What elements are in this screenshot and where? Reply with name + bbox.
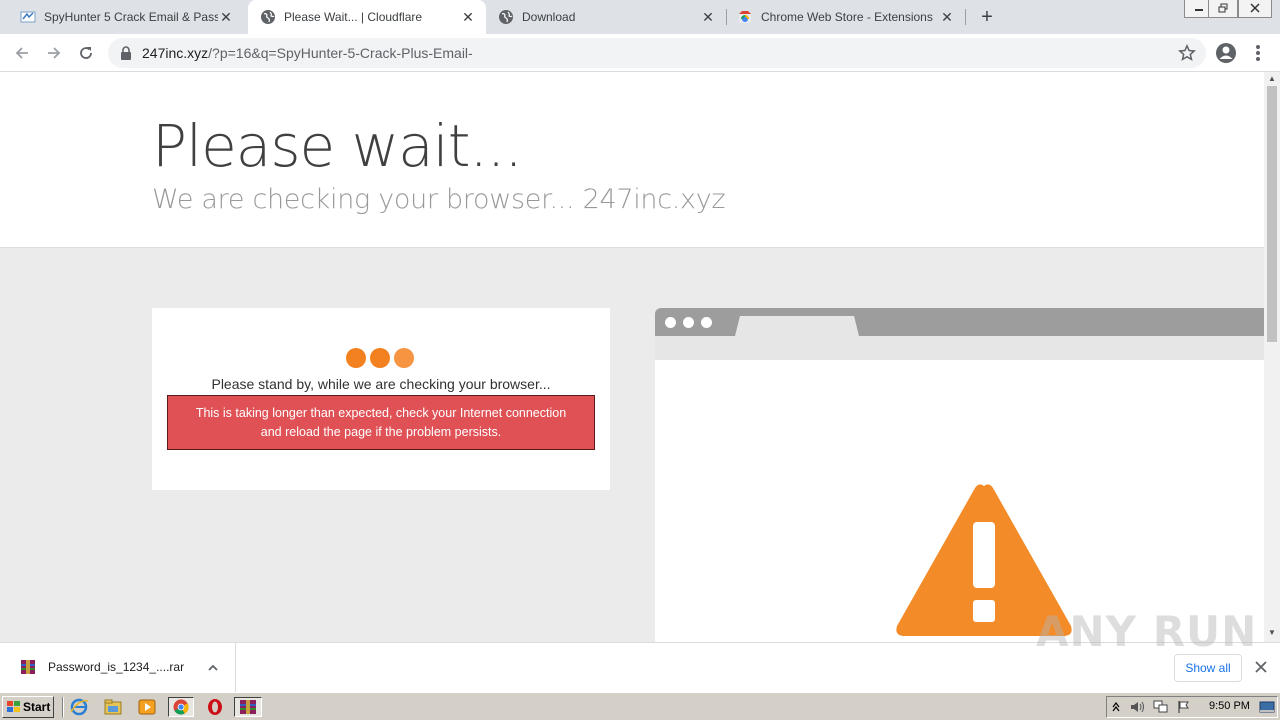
winrar-icon [240, 700, 256, 714]
menu-kebab-icon[interactable] [1250, 41, 1266, 65]
illustration-dot [701, 317, 712, 328]
windows-flag-icon [7, 701, 20, 712]
back-button[interactable] [10, 41, 34, 65]
taskbar-separator [62, 697, 64, 717]
forward-button[interactable] [42, 41, 66, 65]
chrome-taskbar-button[interactable] [168, 697, 194, 717]
tab-title: Please Wait... | Cloudflare [284, 10, 423, 24]
scroll-down-icon[interactable]: ▼ [1264, 626, 1280, 640]
winrar-taskbar-button[interactable] [234, 697, 262, 717]
tab-title: Chrome Web Store - Extensions [761, 10, 933, 24]
error-line-1: This is taking longer than expected, che… [195, 406, 567, 420]
close-shelf-icon[interactable] [1254, 660, 1268, 674]
start-label: Start [23, 700, 51, 714]
download-file-name: Password_is_1234_....rar [48, 660, 185, 674]
url-text: 247inc.xyz/?p=16&q=SpyHunter-5-Crack-Plu… [142, 45, 473, 61]
page-scrollbar[interactable]: ▲ ▼ [1264, 72, 1280, 642]
start-button[interactable]: Start [2, 696, 54, 718]
reload-icon [80, 47, 92, 59]
chrome-icon [173, 699, 189, 715]
tab-spyhunter[interactable]: SpyHunter 5 Crack Email & Password ✕ [0, 0, 244, 34]
page-viewport: Please wait... We are checking your brow… [0, 72, 1264, 642]
back-arrow-icon [15, 47, 28, 59]
loading-dot [346, 348, 366, 368]
tab-download[interactable]: Download ✕ [486, 0, 726, 34]
new-tab-button[interactable]: + [976, 6, 998, 28]
loading-dots-icon [346, 348, 416, 368]
tab-cloudflare[interactable]: Please Wait... | Cloudflare ✕ [248, 0, 486, 34]
status-card: Please stand by, while we are checking y… [152, 308, 610, 490]
close-window-button[interactable] [1238, 0, 1272, 18]
tab-separator [965, 9, 966, 25]
illustration-tab [735, 316, 859, 336]
scroll-up-icon[interactable]: ▲ [1264, 72, 1280, 86]
browser-toolbar: 247inc.xyz/?p=16&q=SpyHunter-5-Crack-Plu… [0, 34, 1280, 72]
tab-webstore[interactable]: Chrome Web Store - Extensions ✕ [727, 0, 965, 34]
show-desktop-icon[interactable] [1259, 700, 1275, 714]
hero-section: Please wait... We are checking your brow… [0, 72, 1264, 248]
globe-icon [499, 10, 513, 24]
bookmark-star-icon[interactable] [1178, 44, 1196, 62]
close-tab-icon[interactable]: ✕ [218, 9, 234, 25]
tab-title: SpyHunter 5 Crack Email & Password [44, 10, 218, 24]
browser-illustration [655, 308, 1264, 642]
illustration-body [655, 360, 1264, 642]
site-icon [20, 11, 36, 23]
loading-dot [394, 348, 414, 368]
page-title: Please wait... [152, 112, 523, 180]
account-avatar-icon[interactable] [1214, 41, 1238, 65]
rar-archive-icon [21, 660, 35, 674]
tab-strip: SpyHunter 5 Crack Email & Password ✕ Ple… [0, 0, 1280, 34]
taskbar-clock[interactable]: 9:50 PM [1209, 700, 1250, 712]
close-tab-icon[interactable]: ✕ [939, 9, 955, 25]
illustration-dot [683, 317, 694, 328]
illustration-addressbar [655, 336, 1264, 360]
loading-dot [370, 348, 390, 368]
close-tab-icon[interactable]: ✕ [460, 9, 476, 25]
chevron-up-icon[interactable] [206, 661, 220, 675]
close-tab-icon[interactable]: ✕ [700, 9, 716, 25]
media-player-icon[interactable] [136, 697, 158, 717]
action-center-flag-icon[interactable] [1177, 700, 1191, 714]
tray-expand-icon[interactable] [1111, 701, 1121, 713]
download-item[interactable]: Password_is_1234_....rar [0, 643, 236, 693]
globe-icon [261, 10, 275, 24]
restore-icon [1218, 3, 1228, 13]
internet-explorer-icon[interactable] [68, 697, 90, 717]
error-line-2: and reload the page if the problem persi… [260, 425, 502, 439]
illustration-dot [665, 317, 676, 328]
reload-button[interactable] [74, 41, 98, 65]
close-icon [1250, 3, 1260, 13]
page-subtitle: We are checking your browser... 247inc.x… [152, 184, 726, 215]
show-all-button[interactable]: Show all [1174, 654, 1242, 682]
windows-taskbar: Start 9:50 PM [0, 692, 1280, 720]
restore-button[interactable] [1208, 0, 1238, 18]
tab-title: Download [522, 10, 576, 24]
system-tray: 9:50 PM [1106, 696, 1278, 718]
file-explorer-icon[interactable] [102, 697, 124, 717]
forward-arrow-icon [48, 47, 61, 59]
download-shelf: Password_is_1234_....rar ANY RUN Show al… [0, 607, 1280, 693]
error-alert: This is taking longer than expected, che… [167, 395, 595, 450]
scrollbar-thumb[interactable] [1267, 86, 1277, 342]
standby-message: Please stand by, while we are checking y… [211, 376, 551, 392]
opera-icon[interactable] [204, 697, 226, 717]
network-icon[interactable] [1153, 700, 1169, 714]
lock-icon [121, 46, 131, 60]
illustration-titlebar [655, 308, 1264, 336]
minimize-icon [1195, 9, 1203, 11]
webstore-icon [739, 11, 751, 23]
anyrun-watermark: ANY RUN [1036, 607, 1258, 656]
volume-icon[interactable] [1129, 700, 1145, 714]
address-bar[interactable]: 247inc.xyz/?p=16&q=SpyHunter-5-Crack-Plu… [108, 38, 1206, 68]
